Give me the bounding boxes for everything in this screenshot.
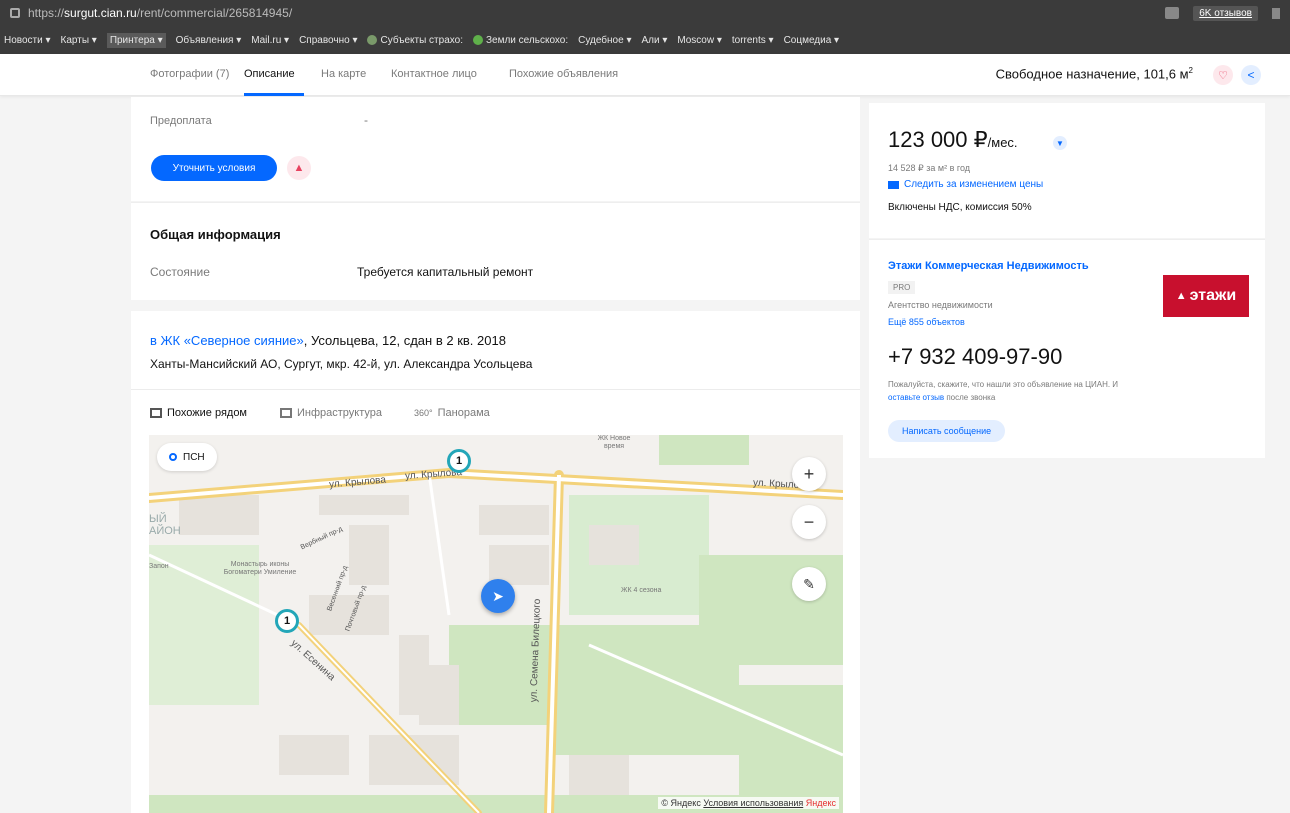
map-cluster-marker[interactable]: 1	[275, 609, 299, 633]
conditions-card: Предоплата - Уточнить условия ▲	[131, 97, 860, 201]
house-icon: ▲	[1175, 290, 1187, 302]
building-icon	[280, 408, 292, 418]
tab-similar[interactable]: Похожие объявления	[509, 68, 618, 80]
map-view[interactable]: ПСН ул. Крылова ул. Крылова ул. Крылова …	[149, 435, 843, 813]
map-canvas	[149, 435, 843, 813]
poi-label: Запон	[149, 563, 169, 570]
poi-label: ЖК Новое время	[597, 435, 631, 450]
warning-icon[interactable]: ▲	[287, 156, 311, 180]
price-per-sqm: 14 528 ₽ за м² в год	[888, 163, 970, 173]
phone-number[interactable]: +7 932 409-97-90	[888, 344, 1062, 370]
map-terms-link[interactable]: Условия использования	[703, 798, 803, 808]
radio-icon	[169, 453, 177, 461]
call-note: Пожалуйста, скажите, что нашли это объяв…	[888, 380, 1119, 402]
tab-map[interactable]: На карте	[321, 68, 366, 80]
bookmark-item[interactable]: Mail.ru ▾	[251, 35, 289, 46]
bookmark-item[interactable]: Субъекты страхо:	[367, 35, 463, 46]
map-cluster-marker[interactable]: 1	[447, 449, 471, 473]
tab-contact[interactable]: Контактное лицо	[391, 68, 477, 80]
prepay-value: -	[364, 113, 368, 127]
active-tab-indicator	[244, 93, 304, 96]
bookmark-item[interactable]: Новости ▾	[4, 35, 51, 46]
grid-icon	[150, 408, 162, 418]
map-tab-similar-nearby[interactable]: Похожие рядом	[150, 407, 247, 419]
more-objects-link[interactable]: Ещё 855 объектов	[888, 317, 965, 327]
price-value: 123 000 ₽/мес.	[888, 127, 1018, 152]
address-url[interactable]: https://surgut.cian.ru/rent/commercial/2…	[28, 6, 292, 20]
state-label: Состояние	[150, 265, 210, 279]
extension-icon[interactable]	[1165, 7, 1180, 19]
bookmark-item[interactable]: torrents ▾	[732, 35, 774, 46]
write-message-button[interactable]: Написать сообщение	[888, 420, 1006, 442]
zoom-in-button[interactable]: +	[792, 457, 826, 491]
full-address: Ханты-Мансийский АО, Сургут, мкр. 42-й, …	[150, 357, 533, 371]
reviews-badge[interactable]: 6K отзывов	[1193, 5, 1258, 21]
tab-description[interactable]: Описание	[244, 68, 295, 80]
bookmark-item[interactable]: Принтера ▾	[106, 32, 166, 48]
state-value: Требуется капитальный ремонт	[357, 265, 534, 279]
share-icon[interactable]: <	[1241, 65, 1261, 85]
divider	[131, 389, 860, 390]
folder-icon	[473, 35, 483, 45]
bookmark-item[interactable]: Карты ▾	[61, 35, 97, 46]
agent-card: Этажи Коммерческая Недвижимость PRO Аген…	[869, 239, 1265, 458]
browser-address-bar: https://surgut.cian.ru/rent/commercial/2…	[0, 0, 1290, 26]
location-card: в ЖК «Северное сияние», Усольцева, 12, с…	[131, 311, 860, 813]
bookmark-item[interactable]: Справочно ▾	[299, 35, 357, 46]
clarify-conditions-button[interactable]: Уточнить условия	[151, 155, 277, 181]
complex-link[interactable]: в ЖК «Северное сияние»	[150, 333, 304, 348]
map-tab-infrastructure[interactable]: Инфраструктура	[280, 407, 382, 419]
psn-filter-button[interactable]: ПСН	[157, 443, 217, 471]
poi-label: ЫЙ АЙОН	[149, 513, 181, 537]
panorama-360-icon: 360°	[414, 408, 433, 418]
map-tab-panorama[interactable]: 360° Панорама	[414, 407, 490, 419]
listing-tabs-bar: Фотографии (7) Описание На карте Контакт…	[0, 54, 1290, 96]
pro-badge: PRO	[888, 281, 916, 294]
mail-icon	[888, 180, 899, 189]
location-pin-icon[interactable]: ➤	[481, 579, 515, 613]
ruler-icon[interactable]: ✎	[792, 567, 826, 601]
agent-type: Агентство недвижимости	[888, 300, 993, 310]
agent-name-link[interactable]: Этажи Коммерческая Недвижимость	[888, 260, 1089, 272]
favorite-icon[interactable]: ♡	[1213, 65, 1233, 85]
bookmark-item[interactable]: Судебное ▾	[578, 35, 631, 46]
vat-info: Включены НДС, комиссия 50%	[888, 202, 1032, 213]
bookmark-item[interactable]: Земли сельскохо:	[473, 35, 568, 46]
bookmarks-bar: Новости ▾ Карты ▾ Принтера ▾ Объявления …	[0, 26, 1290, 54]
lock-icon	[10, 8, 20, 18]
price-card: 123 000 ₽/мес. ▼ 14 528 ₽ за м² в год Сл…	[869, 103, 1265, 238]
map-copyright: © Яндекс Условия использования Яндекс	[658, 797, 839, 809]
poi-label: ЖК 4 сезона	[621, 587, 662, 594]
prepay-label: Предоплата	[150, 115, 212, 127]
folder-icon	[367, 35, 378, 45]
track-price-link[interactable]: Следить за изменением цены	[888, 179, 1043, 190]
agency-logo[interactable]: ▲ этажи	[1163, 275, 1249, 317]
complex-address: в ЖК «Северное сияние», Усольцева, 12, с…	[150, 333, 506, 348]
zoom-out-button[interactable]: −	[792, 505, 826, 539]
general-info-card: Общая информация Состояние Требуется кап…	[131, 202, 860, 300]
chevron-down-icon[interactable]: ▼	[1053, 136, 1067, 150]
listing-title: Свободное назначение, 101,6 м2	[995, 66, 1193, 82]
bookmark-item[interactable]: Moscow ▾	[677, 35, 721, 46]
bookmark-item[interactable]: Соцмедиа ▾	[784, 35, 840, 46]
leave-review-link[interactable]: оставьте отзыв	[888, 393, 944, 402]
bookmark-item[interactable]: Объявления ▾	[176, 35, 242, 46]
tab-photos[interactable]: Фотографии (7)	[150, 68, 229, 80]
bookmark-icon[interactable]	[1272, 7, 1280, 19]
poi-label: Монастырь иконы Богоматери Умиление	[223, 561, 297, 576]
bookmark-item[interactable]: Али ▾	[641, 35, 667, 46]
general-info-heading: Общая информация	[150, 227, 281, 242]
